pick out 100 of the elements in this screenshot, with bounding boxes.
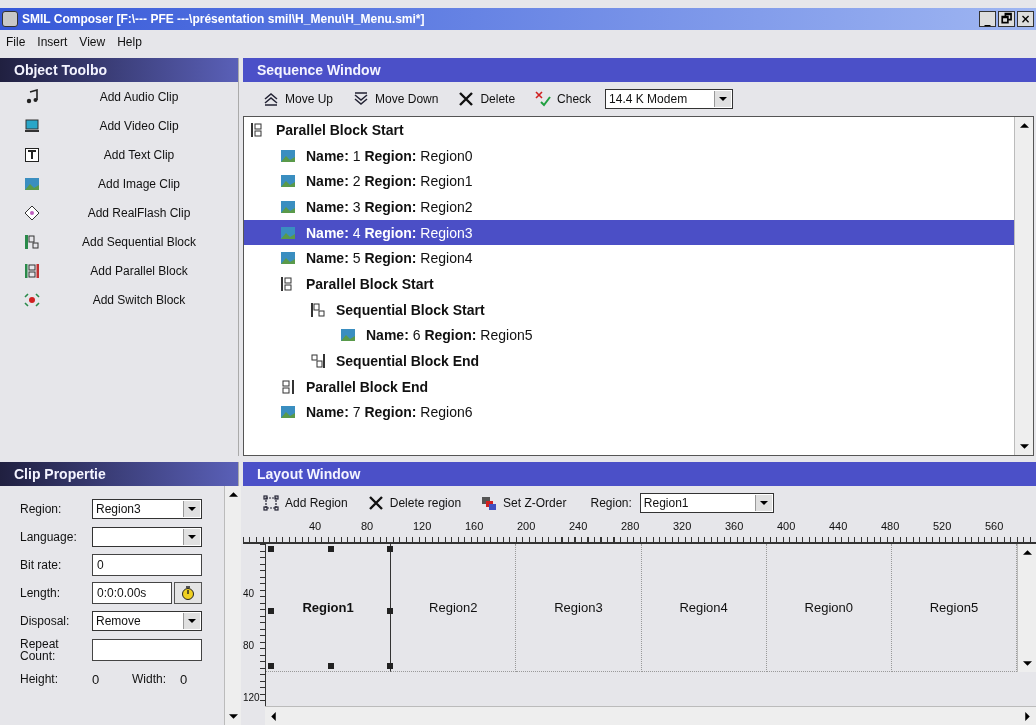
- dropdown-field[interactable]: [92, 527, 202, 547]
- move-up-icon: [263, 91, 279, 107]
- dropdown-field[interactable]: Remove: [92, 611, 202, 631]
- scrollbar[interactable]: [1014, 117, 1033, 455]
- ruler-label: 360: [725, 520, 744, 532]
- field-label: Height:: [20, 673, 60, 685]
- dropdown-arrow-icon[interactable]: [188, 535, 196, 539]
- parallel-block-icon: [280, 378, 296, 395]
- ruler-label: 400: [777, 520, 796, 532]
- tree-item[interactable]: Name: 3 Region: Region2: [244, 194, 1014, 220]
- toolbox-item[interactable]: Add Text Clip: [103, 147, 175, 162]
- region-label: Region:: [590, 496, 632, 510]
- sequential-block-icon[interactable]: [24, 233, 40, 250]
- image-icon: [280, 198, 296, 215]
- toolbox-item[interactable]: Add Sequential Block: [81, 234, 197, 249]
- ruler-label: 480: [881, 520, 900, 532]
- image-icon[interactable]: [24, 175, 40, 192]
- layout-region[interactable]: Region1: [266, 544, 392, 672]
- toolbox-item[interactable]: Add Parallel Block: [90, 263, 188, 278]
- toolbar-button[interactable]: Delete region: [361, 493, 468, 513]
- scrollbar[interactable]: [224, 486, 241, 725]
- layout-region[interactable]: Region0: [766, 544, 892, 672]
- window-control-button[interactable]: 🗗: [998, 11, 1015, 27]
- tree-item[interactable]: Parallel Block Start: [244, 117, 1014, 143]
- ruler-label: 240: [569, 520, 588, 532]
- scroll-down-icon[interactable]: [1019, 444, 1029, 449]
- ruler-label: 40: [243, 588, 255, 599]
- tree-item[interactable]: Name: 4 Region: Region3: [244, 219, 1014, 246]
- menu-item[interactable]: View: [79, 35, 106, 49]
- diamond-icon[interactable]: [24, 204, 40, 221]
- music-note-icon[interactable]: [24, 88, 40, 105]
- dropdown-arrow-icon[interactable]: [719, 97, 728, 101]
- field-label: Disposal:: [20, 615, 71, 627]
- scrollbar[interactable]: [265, 706, 1036, 725]
- layout-region[interactable]: Region3: [516, 544, 642, 672]
- input-field[interactable]: 0: [92, 554, 202, 576]
- ruler-label: 120: [413, 520, 432, 532]
- field-label: Length:: [20, 587, 62, 599]
- scroll-down-icon[interactable]: [1022, 661, 1032, 666]
- tree-item[interactable]: Name: 6 Region: Region5: [244, 322, 1014, 349]
- scroll-left-icon[interactable]: [271, 711, 276, 721]
- field-label: Repeat Count:: [20, 638, 60, 662]
- toolbox-item[interactable]: Add Image Clip: [97, 176, 180, 191]
- tree-item[interactable]: Name: 2 Region: Region1: [244, 168, 1014, 195]
- scroll-right-icon[interactable]: [1025, 711, 1030, 721]
- field-label: Language:: [20, 531, 78, 543]
- tree-item[interactable]: Parallel Block Start: [244, 271, 1014, 297]
- image-icon: [280, 404, 296, 421]
- move-down-icon: [353, 91, 370, 107]
- sequential-block-icon: [310, 301, 326, 318]
- layout-region[interactable]: Region2: [391, 544, 517, 672]
- window-title: SMIL Composer [F:\--- PFE ---\présentation smil\H_Menu\H_Menu.smi*]: [22, 12, 426, 26]
- stopwatch-icon[interactable]: [180, 585, 196, 601]
- toolbox-item[interactable]: Add Switch Block: [92, 292, 186, 307]
- menu-item[interactable]: File: [6, 35, 26, 49]
- window-control-button[interactable]: _: [979, 11, 996, 27]
- toolbox-item[interactable]: Add RealFlash Clip: [87, 205, 191, 220]
- tree-item[interactable]: Name: 1 Region: Region0: [244, 142, 1014, 169]
- layout-region[interactable]: Region4: [641, 544, 767, 672]
- toolbar-button[interactable]: Move Down: [347, 89, 445, 109]
- toolbar-button[interactable]: Move Up: [257, 89, 340, 109]
- input-field[interactable]: [92, 639, 202, 661]
- text-icon[interactable]: [24, 146, 40, 163]
- scroll-up-icon[interactable]: [1022, 550, 1032, 555]
- dropdown-field[interactable]: Region3: [92, 499, 202, 519]
- field-label: Region:: [20, 503, 63, 515]
- scroll-up-icon[interactable]: [228, 492, 238, 497]
- image-icon: [280, 173, 296, 190]
- panel-header: Layout Window: [243, 462, 1036, 486]
- check-icon: [535, 91, 552, 107]
- toolbar-button[interactable]: Delete: [452, 89, 522, 109]
- scroll-up-icon[interactable]: [1019, 123, 1029, 128]
- toolbar-button[interactable]: Check: [529, 89, 598, 109]
- toolbox-item[interactable]: Add Audio Clip: [99, 89, 179, 104]
- toolbox-item[interactable]: Add Video Clip: [99, 118, 179, 133]
- speed-dropdown[interactable]: 14.4 K Modem: [605, 89, 734, 109]
- tree-item[interactable]: Sequential Block Start: [244, 296, 1014, 323]
- scrollbar[interactable]: [1017, 544, 1036, 672]
- panel-header: Object Toolbo: [0, 58, 238, 82]
- menu-item[interactable]: Insert: [37, 35, 68, 49]
- delete-icon: [458, 91, 475, 107]
- monitor-icon[interactable]: [24, 117, 40, 134]
- dropdown-arrow-icon[interactable]: [188, 507, 196, 511]
- dropdown-arrow-icon[interactable]: [759, 501, 768, 505]
- toolbar-button[interactable]: Add Region: [257, 493, 354, 513]
- tree-item[interactable]: Sequential Block End: [244, 348, 1014, 374]
- dropdown-arrow-icon[interactable]: [188, 619, 196, 623]
- region-dropdown[interactable]: Region1: [639, 493, 774, 513]
- ruler-label: 40: [309, 520, 322, 532]
- tree-item[interactable]: Name: 5 Region: Region4: [244, 245, 1014, 272]
- toolbar-button[interactable]: Set Z-Order: [475, 493, 573, 513]
- tree-item[interactable]: Name: 7 Region: Region6: [244, 399, 1014, 426]
- scroll-down-icon[interactable]: [228, 714, 238, 719]
- input-field[interactable]: 0:0:0.00s: [92, 582, 172, 604]
- switch-icon[interactable]: [24, 291, 40, 308]
- ruler-label: 320: [673, 520, 692, 532]
- tree-item[interactable]: Parallel Block End: [244, 373, 1014, 400]
- window-control-button[interactable]: ×: [1017, 11, 1034, 27]
- menu-item[interactable]: Help: [117, 35, 142, 49]
- parallel-block-icon[interactable]: [24, 262, 40, 279]
